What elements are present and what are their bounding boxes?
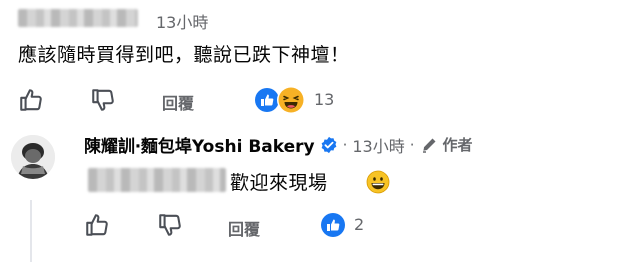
thumbs-down-icon xyxy=(92,89,114,111)
verified-badge-icon xyxy=(321,136,336,153)
thread-line xyxy=(30,200,32,262)
separator: · xyxy=(342,135,348,154)
reply-text: 歡迎來現場 xyxy=(230,172,328,194)
reply-timestamp[interactable]: 13小時 xyxy=(352,133,404,157)
like-button[interactable] xyxy=(16,86,46,114)
reply-author-name[interactable]: 陳耀訓‧麵包埠Yoshi Bakery xyxy=(84,132,315,157)
reaction-count: 2 xyxy=(354,215,365,234)
thumbs-down-icon xyxy=(159,214,181,236)
thumbs-up-icon xyxy=(86,214,108,236)
blurred-author-name xyxy=(18,9,138,27)
reply-reply-button[interactable]: 回覆 xyxy=(228,216,260,240)
reaction-count: 13 xyxy=(314,90,335,109)
separator: · xyxy=(409,135,415,154)
haha-reaction-icon xyxy=(277,86,305,114)
reply-header: 陳耀訓‧麵包埠Yoshi Bakery · 13小時 · 作者 xyxy=(84,132,473,158)
reply-like-button[interactable] xyxy=(82,211,112,239)
top-comment-text: 應該隨時買得到吧，聽說已跌下神壇！ xyxy=(18,44,350,66)
reactions-summary[interactable]: 13 xyxy=(254,84,344,116)
like-reaction-icon xyxy=(321,213,345,237)
author-avatar[interactable] xyxy=(11,135,55,179)
avatar-image xyxy=(11,135,55,179)
top-comment-timestamp[interactable]: 13小時 xyxy=(156,9,208,33)
pen-icon xyxy=(422,138,436,153)
reply-button[interactable]: 回覆 xyxy=(162,90,194,114)
reply-dislike-button[interactable] xyxy=(155,211,185,239)
grinning-emoji-icon xyxy=(366,170,390,194)
author-badge: 作者 xyxy=(442,136,473,154)
dislike-button[interactable] xyxy=(88,86,118,114)
reply-reactions-summary[interactable]: 2 xyxy=(320,211,380,241)
blurred-mention xyxy=(88,168,226,192)
thumbs-up-icon xyxy=(20,89,42,111)
